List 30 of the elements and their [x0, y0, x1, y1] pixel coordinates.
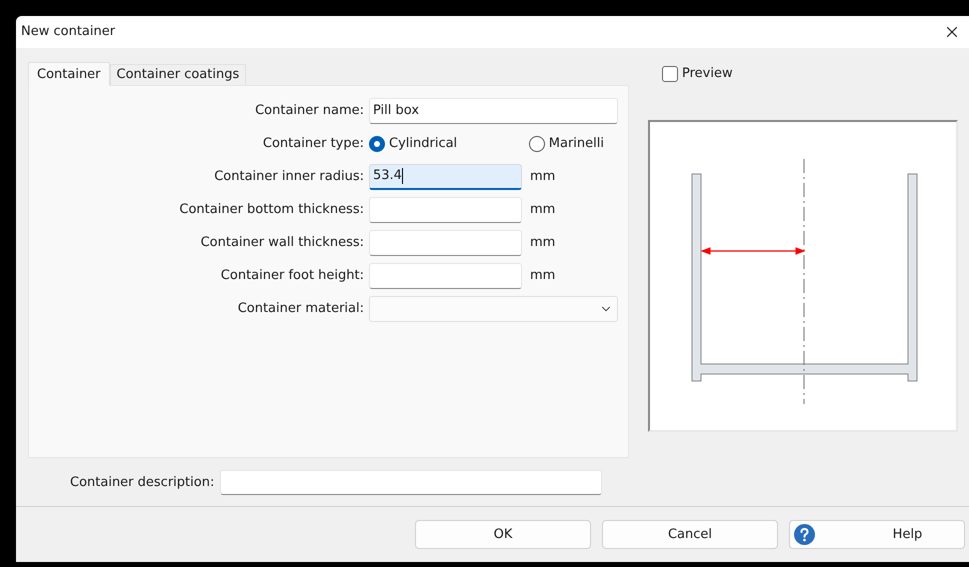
field-label: Container type:: [262, 134, 365, 153]
unit-label: mm: [530, 168, 556, 186]
description-field[interactable]: [220, 470, 602, 495]
unit-label: mm: [530, 234, 556, 252]
material-dropdown[interactable]: [369, 296, 618, 322]
tab[interactable]: Container coatings: [110, 64, 246, 85]
input-field[interactable]: [369, 262, 522, 288]
help-icon: [794, 524, 815, 545]
input-field[interactable]: 53.4: [369, 164, 522, 190]
field-label: Container wall thickness:: [200, 234, 365, 252]
help-button[interactable]: Help: [789, 520, 965, 549]
unit-label: mm: [530, 266, 556, 285]
input-field[interactable]: Pill box: [369, 98, 618, 124]
field-label: Container bottom thickness:: [178, 200, 365, 219]
input-field[interactable]: [369, 230, 522, 256]
dialog-button[interactable]: OK: [415, 520, 591, 549]
field-label: Container inner radius:: [213, 168, 365, 186]
field-label: Container foot height:: [220, 266, 365, 285]
preview-checkbox[interactable]: Preview: [662, 64, 958, 84]
dialog-button[interactable]: Cancel: [602, 520, 778, 549]
field-label: Container name:: [254, 102, 365, 120]
unit-label: mm: [530, 200, 556, 219]
input-field[interactable]: [369, 196, 522, 222]
window-title: New container: [21, 23, 116, 42]
radio-option[interactable]: Cylindrical: [369, 134, 458, 154]
tab[interactable]: Container: [28, 62, 110, 86]
field-label: Container description:: [70, 474, 214, 492]
checkbox[interactable]: [662, 66, 678, 82]
radio-option[interactable]: Marinelli: [528, 134, 604, 154]
field-label: Container material:: [236, 300, 365, 318]
